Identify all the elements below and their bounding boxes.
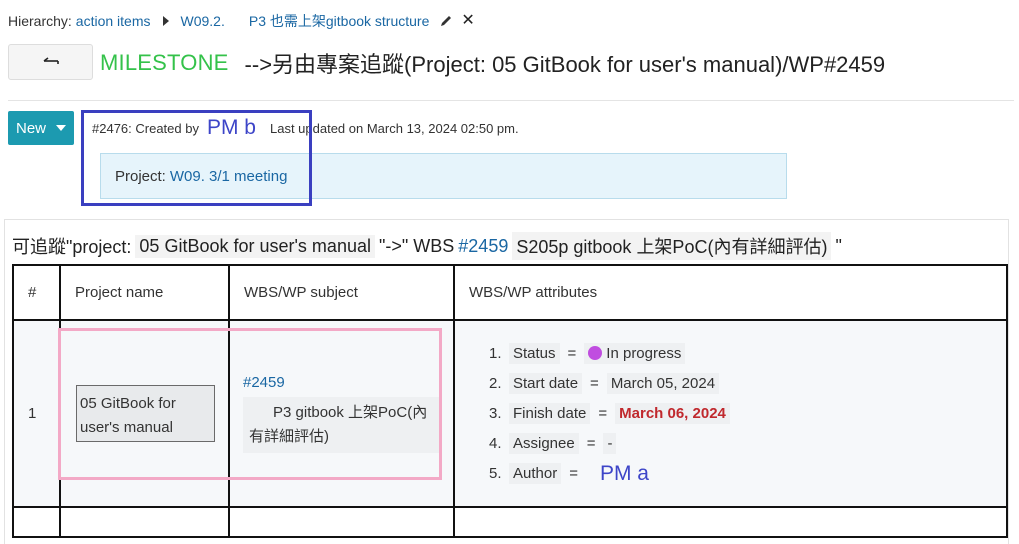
empty-cell [228, 506, 455, 538]
empty-cell [59, 506, 230, 538]
equals: = [569, 465, 578, 482]
attribute-assignee: 4. Assignee = - [489, 429, 1006, 459]
table-row-empty [12, 506, 1008, 538]
highlight-box-pink [58, 328, 442, 480]
list-num: 1. [489, 345, 502, 362]
column-header-num: # [12, 264, 61, 321]
empty-cell [12, 506, 61, 538]
status-text: In progress [606, 345, 682, 362]
column-header-project: Project name [59, 264, 230, 321]
equals: = [567, 345, 577, 362]
status-dot-icon [588, 346, 603, 360]
equals: = [590, 375, 599, 392]
title-text: -->另由專案追蹤(Project: 05 GitBook for user's… [244, 52, 886, 77]
trace-project-name: 05 GitBook for user's manual [135, 234, 375, 258]
trace-middle: "->" WBS [378, 235, 455, 256]
back-button[interactable] [8, 44, 93, 80]
attributes-cell: 1. Status = In progress 2. Start date = … [453, 319, 1008, 508]
attribute-key: Start date [509, 373, 583, 394]
empty-cell [453, 506, 1008, 538]
attributes-list: 1. Status = In progress 2. Start date = … [489, 339, 1006, 489]
attribute-start-date: 2. Start date = March 05, 2024 [489, 369, 1006, 399]
list-num: 3. [489, 405, 502, 422]
attribute-key: Assignee [509, 433, 579, 454]
breadcrumb-label: Hierarchy: [8, 13, 72, 29]
type-label: MILESTONE [100, 50, 229, 75]
attribute-key: Finish date [509, 403, 591, 424]
start-date-value: March 05, 2024 [606, 373, 720, 394]
back-arrow-icon [43, 57, 59, 64]
assignee-value: - [603, 433, 617, 454]
chevron-down-icon [56, 125, 67, 131]
trace-wp-subject: S205p gitbook 上架PoC(內有詳細評估) [512, 232, 832, 260]
caret-right-icon [162, 16, 169, 26]
column-header-subject: WBS/WP subject [228, 264, 455, 321]
row-number: 1 [12, 319, 61, 508]
trace-heading: 可追蹤"project: 05 GitBook for user's manua… [12, 232, 842, 260]
attribute-finish-date: 3. Finish date = March 06, 2024 [489, 399, 1006, 429]
attribute-key: Status [509, 343, 560, 364]
column-header-attributes: WBS/WP attributes [453, 264, 1008, 321]
equals: = [598, 405, 608, 422]
page-title: MILESTONE -->另由專案追蹤(Project: 05 GitBook … [100, 48, 885, 78]
pencil-icon[interactable] [439, 14, 453, 28]
list-num: 4. [489, 435, 502, 452]
breadcrumb-parent-link[interactable]: W09.2. [181, 13, 225, 29]
attribute-status: 1. Status = In progress [489, 339, 1006, 369]
list-num: 5. [489, 465, 502, 482]
finish-date-value: March 06, 2024 [615, 403, 730, 424]
new-button[interactable]: New [8, 111, 74, 145]
divider [8, 100, 1014, 101]
author-value: PM a [599, 461, 649, 485]
equals: = [586, 435, 596, 452]
trace-wp-link[interactable]: #2459 [458, 236, 508, 257]
close-icon[interactable]: ✕ [461, 13, 474, 29]
breadcrumb-root-link[interactable]: action items [76, 13, 151, 29]
attribute-author: 5. Author = PM a [489, 459, 1006, 489]
status-value: In progress [584, 343, 686, 364]
trace-prefix: 可追蹤"project: [12, 237, 132, 257]
breadcrumb-current[interactable]: P3 也需上架gitbook structure [249, 11, 430, 31]
attribute-key: Author [509, 463, 562, 484]
highlight-box-blue [81, 110, 312, 206]
list-num: 2. [489, 375, 502, 392]
breadcrumb: Hierarchy: action items W09.2. P3 也需上架gi… [8, 12, 475, 30]
trace-suffix: " [835, 235, 842, 256]
new-button-label: New [16, 119, 47, 137]
